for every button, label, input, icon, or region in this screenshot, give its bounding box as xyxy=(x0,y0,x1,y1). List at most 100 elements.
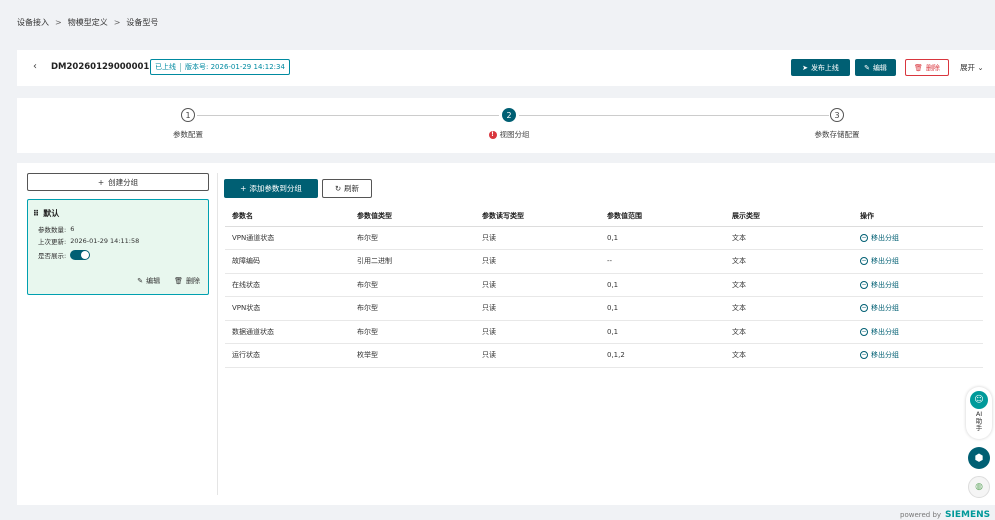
table-cell: 故障编码 xyxy=(225,249,350,274)
minus-circle-icon: − xyxy=(860,304,868,313)
refresh-label: 刷新 xyxy=(344,184,360,193)
action-cell: − 移出分组 xyxy=(853,343,983,368)
group-delete-button[interactable]: 🗑 删除 xyxy=(174,276,200,286)
column-header: 展示类型 xyxy=(725,206,853,227)
column-header: 参数读写类型 xyxy=(475,206,600,227)
breadcrumb-item-device-access[interactable]: 设备接入 xyxy=(17,17,49,28)
status-text: 已上线 xyxy=(155,63,176,71)
group-count-value: 6 xyxy=(70,225,75,233)
robot-icon: ☺ xyxy=(970,391,988,409)
edit-icon: ✎ xyxy=(864,63,870,72)
table-cell: 文本 xyxy=(725,343,853,368)
group-title: ⠿ 默认 xyxy=(33,208,59,219)
step-connector xyxy=(519,115,829,116)
remove-from-group-button[interactable]: − 移出分组 xyxy=(860,280,983,290)
table-cell: 布尔型 xyxy=(350,320,475,344)
group-delete-label: 删除 xyxy=(186,277,200,285)
column-header: 参数名 xyxy=(225,206,350,227)
group-edit-button[interactable]: ✎ 编辑 xyxy=(137,276,160,286)
remove-label: 移出分组 xyxy=(871,351,899,360)
plus-icon: + xyxy=(97,177,105,187)
remove-label: 移出分组 xyxy=(871,257,899,266)
table-cell: 数据通道状态 xyxy=(225,320,350,344)
column-header: 操作 xyxy=(853,206,983,227)
remove-from-group-button[interactable]: − 移出分组 xyxy=(860,233,983,243)
cube-icon[interactable]: ⬢ xyxy=(968,447,990,469)
step-connector xyxy=(197,115,499,116)
table-row: VPN状态 布尔型 只读 0,1 文本 − 移出分组 xyxy=(225,296,983,321)
main-panel: + 创建分组 ⠿ 默认 参数数量: 6 上次更新: 2026-01-29 14:… xyxy=(17,163,995,505)
table-row: 故障编码 引用二进制 只读 -- 文本 − 移出分组 xyxy=(225,249,983,274)
table-cell: 文本 xyxy=(725,320,853,344)
step-number: 3 xyxy=(830,108,844,122)
breadcrumb-item-device-model: 设备型号 xyxy=(126,18,159,27)
steps-bar: 1 参数配置 2 ! 视图分组 3 参数存储配置 xyxy=(17,98,995,153)
group-actions: ✎ 编辑 🗑 删除 xyxy=(137,276,200,286)
breadcrumb-item-model-definition[interactable]: 物模型定义 xyxy=(68,17,108,28)
device-id: DM20260129000001 xyxy=(51,62,150,72)
group-name: 默认 xyxy=(43,209,60,218)
table-cell: 0,1 xyxy=(600,226,725,250)
remove-from-group-button[interactable]: − 移出分组 xyxy=(860,327,983,337)
action-cell: − 移出分组 xyxy=(853,226,983,250)
step-1[interactable]: 1 参数配置 xyxy=(148,108,228,140)
edit-label: 编辑 xyxy=(872,63,887,72)
status-divider xyxy=(180,62,181,72)
publish-button[interactable]: ➤ 发布上线 xyxy=(791,59,850,76)
expand-toggle[interactable]: 展开 ⌄ xyxy=(960,62,984,73)
edit-button[interactable]: ✎ 编辑 xyxy=(855,59,896,76)
display-toggle[interactable] xyxy=(70,250,91,260)
step-number: 2 xyxy=(502,108,516,122)
send-icon: ➤ xyxy=(802,63,808,72)
table-cell: 只读 xyxy=(475,343,600,368)
remove-label: 移出分组 xyxy=(871,280,899,289)
brand-logo: SIEMENS xyxy=(945,510,991,520)
globe-icon[interactable]: ◍ xyxy=(968,476,990,498)
breadcrumb: 设备接入 > 物模型定义 > 设备型号 xyxy=(17,17,158,28)
warning-icon: ! xyxy=(488,130,497,139)
refresh-button[interactable]: ↻ 刷新 xyxy=(322,179,372,198)
table-cell: 只读 xyxy=(475,296,600,321)
remove-from-group-button[interactable]: − 移出分组 xyxy=(860,256,983,266)
drag-handle-icon[interactable]: ⠿ xyxy=(33,209,39,218)
add-param-to-group-button[interactable]: + 添加参数到分组 xyxy=(224,179,318,198)
table-cell: -- xyxy=(600,249,725,274)
table-cell: 0,1 xyxy=(600,296,725,321)
ai-assistant-label: AI助手 xyxy=(975,410,983,433)
add-param-label: 添加参数到分组 xyxy=(249,184,302,193)
trash-icon: 🗑 xyxy=(914,63,923,72)
table-cell: 布尔型 xyxy=(350,273,475,297)
remove-from-group-button[interactable]: − 移出分组 xyxy=(860,303,983,313)
group-card-default[interactable]: ⠿ 默认 参数数量: 6 上次更新: 2026-01-29 14:11:58 是… xyxy=(27,199,209,295)
create-group-label: 创建分组 xyxy=(108,177,139,187)
group-edit-label: 编辑 xyxy=(146,277,161,285)
table-row: 运行状态 枚举型 只读 0,1,2 文本 − 移出分组 xyxy=(225,343,983,368)
group-updated-line: 上次更新: 2026-01-29 14:11:58 xyxy=(38,236,139,246)
table-cell: 只读 xyxy=(475,249,600,274)
table-cell: VPN状态 xyxy=(225,296,350,321)
step-3[interactable]: 3 参数存储配置 xyxy=(797,108,877,140)
table-header-row: 参数名 参数值类型 参数读写类型 参数值范围 展示类型 操作 xyxy=(225,206,983,227)
table-cell: 布尔型 xyxy=(350,226,475,250)
delete-button[interactable]: 🗑 删除 xyxy=(905,59,949,76)
delete-label: 删除 xyxy=(925,63,940,72)
table-cell: 布尔型 xyxy=(350,296,475,321)
back-icon[interactable]: ‹ xyxy=(33,61,37,72)
remove-label: 移出分组 xyxy=(871,327,899,336)
minus-circle-icon: − xyxy=(860,257,868,266)
ai-assistant-widget[interactable]: ☺ AI助手 xyxy=(966,387,992,439)
remove-label: 移出分组 xyxy=(871,304,899,313)
create-group-button[interactable]: + 创建分组 xyxy=(27,173,209,191)
panel-divider xyxy=(217,173,218,495)
params-table: 参数名 参数值类型 参数读写类型 参数值范围 展示类型 操作 VPN通道状态 布尔… xyxy=(225,206,983,368)
step-number: 1 xyxy=(181,108,195,122)
chevron-down-icon: ⌄ xyxy=(977,63,984,72)
group-display-line: 是否展示: xyxy=(38,250,91,260)
breadcrumb-separator: > xyxy=(55,18,62,27)
step-label: 参数配置 xyxy=(173,130,203,139)
powered-by: powered by SIEMENS xyxy=(900,510,990,520)
table-cell: 只读 xyxy=(475,226,600,250)
remove-from-group-button[interactable]: − 移出分组 xyxy=(860,350,983,360)
step-2[interactable]: 2 ! 视图分组 xyxy=(469,108,549,140)
table-cell: 引用二进制 xyxy=(350,249,475,274)
